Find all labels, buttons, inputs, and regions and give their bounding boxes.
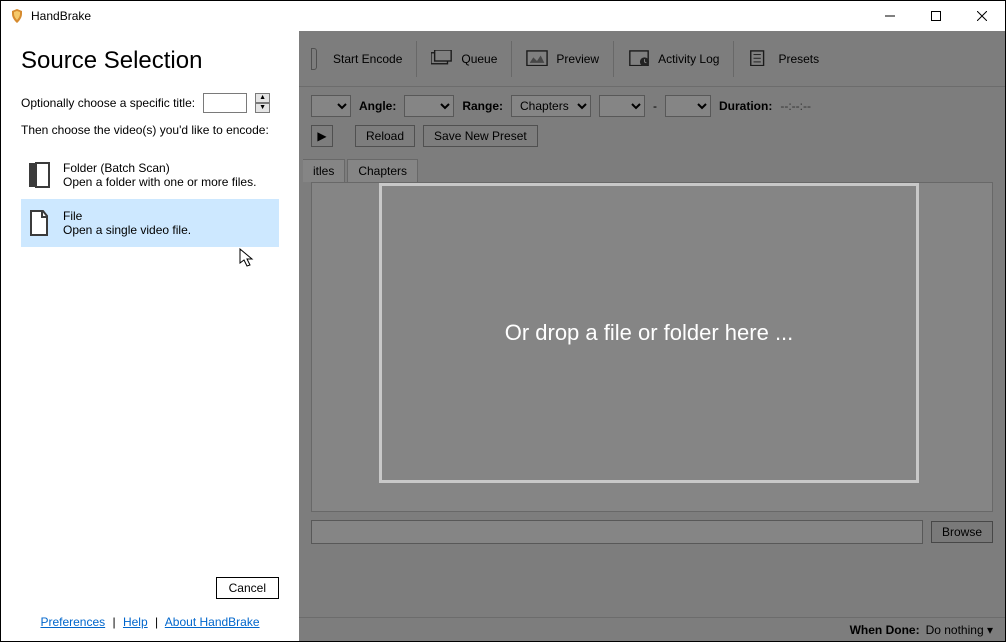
- minimize-button[interactable]: [867, 1, 913, 31]
- specific-title-spinner[interactable]: ▲ ▼: [255, 93, 270, 113]
- file-option-title: File: [63, 209, 191, 223]
- drop-zone[interactable]: Or drop a file or folder here ...: [379, 183, 919, 483]
- specific-title-input[interactable]: [203, 93, 247, 113]
- folder-icon: [27, 161, 51, 189]
- preferences-link[interactable]: Preferences: [40, 615, 105, 629]
- app-icon: [9, 8, 25, 24]
- specific-title-label: Optionally choose a specific title:: [21, 96, 195, 110]
- spinner-down-button[interactable]: ▼: [255, 103, 270, 113]
- file-option-sub: Open a single video file.: [63, 223, 191, 237]
- source-selection-heading: Source Selection: [21, 47, 279, 75]
- footer-links: Preferences | Help | About HandBrake: [21, 615, 279, 629]
- title-text: HandBrake: [31, 9, 91, 23]
- folder-option-sub: Open a folder with one or more files.: [63, 175, 256, 189]
- drop-zone-text: Or drop a file or folder here ...: [505, 320, 794, 346]
- help-link[interactable]: Help: [123, 615, 148, 629]
- cancel-button[interactable]: Cancel: [216, 577, 279, 599]
- source-selection-panel: Source Selection Optionally choose a spe…: [1, 31, 299, 641]
- folder-option-title: Folder (Batch Scan): [63, 161, 256, 175]
- spinner-up-button[interactable]: ▲: [255, 93, 270, 103]
- then-choose-label: Then choose the video(s) you'd like to e…: [21, 123, 279, 137]
- title-bar: HandBrake: [1, 1, 1005, 31]
- maximize-button[interactable]: [913, 1, 959, 31]
- file-icon: [27, 209, 51, 237]
- close-button[interactable]: [959, 1, 1005, 31]
- about-link[interactable]: About HandBrake: [165, 615, 260, 629]
- folder-option[interactable]: Folder (Batch Scan) Open a folder with o…: [21, 151, 279, 199]
- file-option[interactable]: File Open a single video file.: [21, 199, 279, 247]
